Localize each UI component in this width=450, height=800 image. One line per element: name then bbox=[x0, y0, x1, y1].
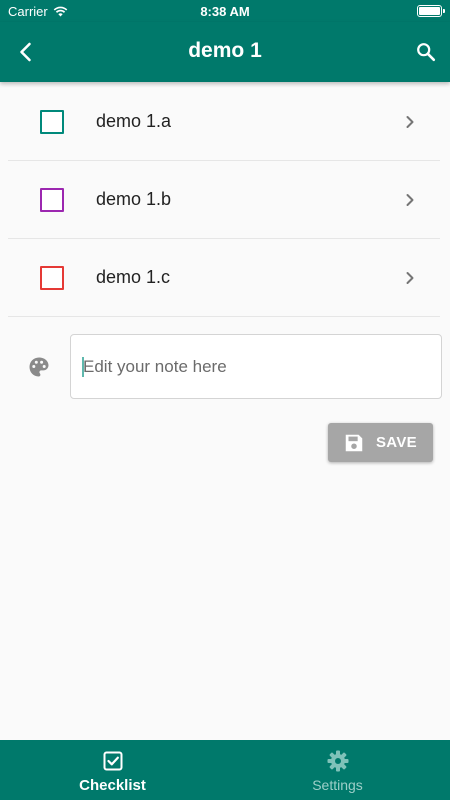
text-cursor bbox=[82, 357, 84, 377]
checklist-item[interactable]: demo 1.c bbox=[8, 239, 440, 317]
save-icon bbox=[345, 434, 363, 451]
chevron-right-icon[interactable] bbox=[398, 266, 422, 290]
save-button[interactable]: SAVE bbox=[328, 423, 433, 462]
item-label: demo 1.c bbox=[96, 267, 171, 287]
battery-icon bbox=[417, 5, 445, 17]
checklist-item[interactable]: demo 1.b bbox=[8, 161, 440, 239]
page-title: demo 1 bbox=[188, 39, 262, 62]
status-time: 8:38 AM bbox=[200, 4, 250, 19]
status-bar: Carrier 8:38 AM bbox=[0, 0, 450, 22]
tab-settings[interactable]: Settings bbox=[225, 740, 450, 800]
item-label: demo 1.b bbox=[96, 189, 172, 209]
item-checkbox[interactable] bbox=[40, 109, 64, 134]
save-button-label: SAVE bbox=[376, 434, 417, 451]
item-checkbox[interactable] bbox=[40, 187, 64, 212]
note-input[interactable] bbox=[70, 334, 442, 399]
chevron-right-icon[interactable] bbox=[398, 110, 422, 134]
search-icon bbox=[417, 43, 436, 62]
chevron-right-icon[interactable] bbox=[398, 188, 422, 212]
checkbox-icon bbox=[103, 751, 122, 771]
app-bar: demo 1 bbox=[0, 22, 450, 82]
search-button[interactable] bbox=[408, 34, 444, 70]
palette-icon bbox=[29, 357, 49, 377]
gear-icon bbox=[327, 750, 348, 772]
item-label: demo 1.a bbox=[96, 111, 172, 131]
bottom-navigation: Checklist Settings bbox=[0, 740, 450, 800]
item-checkbox[interactable] bbox=[40, 265, 64, 290]
color-palette-button[interactable] bbox=[27, 355, 51, 379]
tab-checklist[interactable]: Checklist bbox=[0, 740, 225, 800]
checklist: demo 1.a demo 1.b demo 1.c bbox=[8, 83, 440, 317]
tab-label: Settings bbox=[312, 777, 363, 793]
tab-label: Checklist bbox=[79, 777, 146, 794]
checklist-item[interactable]: demo 1.a bbox=[8, 83, 440, 161]
